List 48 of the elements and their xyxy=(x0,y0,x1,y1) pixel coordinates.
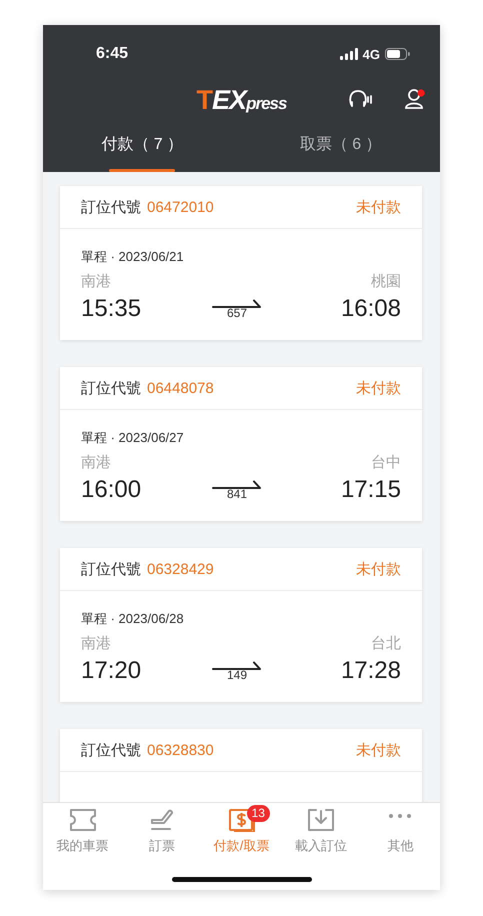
signal-icon xyxy=(340,48,358,60)
destination-station: 桃園 xyxy=(371,273,401,291)
arrival-time: 17:28 xyxy=(340,656,401,686)
payment-status: 未付款 xyxy=(356,198,401,216)
nav-tab[interactable]: 其他 xyxy=(360,808,440,855)
booking-code: 06328830 xyxy=(147,742,215,758)
more-icon xyxy=(389,814,412,818)
arrival-time: 16:08 xyxy=(340,294,401,324)
booking-code: 06328429 xyxy=(147,560,215,578)
origin-station: 南港 xyxy=(81,273,111,291)
booking-code: 06472010 xyxy=(147,198,215,216)
destination-station: 台中 xyxy=(371,454,401,472)
trip-date: 單程 · 2023/06/28 xyxy=(81,610,185,628)
booking-label: 訂位代號 xyxy=(81,378,141,398)
trip-date: 單程 · 2023/06/21 xyxy=(81,248,185,266)
payment-status: 未付款 xyxy=(356,740,401,760)
battery-icon xyxy=(385,48,410,60)
nav-tab[interactable]: 載入訂位 xyxy=(281,808,361,855)
headset-icon[interactable] xyxy=(348,88,374,110)
nav-tab[interactable]: 我的車票 xyxy=(43,808,122,855)
departure-time: 15:35 xyxy=(81,294,142,324)
ticket-icon xyxy=(68,808,97,832)
origin-station: 南港 xyxy=(81,454,111,472)
nav-tab[interactable]: 付款/取票 13 xyxy=(202,808,282,855)
download-icon xyxy=(306,808,335,832)
booking-code: 06448078 xyxy=(147,380,215,396)
payment-status: 未付款 xyxy=(356,560,401,578)
trip-date: 單程 · 2023/06/27 xyxy=(81,429,185,447)
status-time: 6:45 xyxy=(96,45,130,63)
train-number: 149 xyxy=(226,669,248,681)
train-number: 657 xyxy=(226,307,248,319)
destination-station: 台北 xyxy=(371,635,401,653)
booking-label: 訂位代號 xyxy=(81,198,141,216)
booking-label: 訂位代號 xyxy=(81,560,141,578)
tab[interactable]: 付款（ 7 ） xyxy=(43,117,242,172)
payment-status: 未付款 xyxy=(356,378,401,398)
app-logo: TEXpress xyxy=(196,84,286,116)
user-icon[interactable] xyxy=(404,88,426,110)
departure-time: 17:20 xyxy=(81,656,142,686)
count-badge: 13 xyxy=(246,805,270,822)
departure-time: 16:00 xyxy=(81,475,142,505)
train-number: 841 xyxy=(226,488,248,500)
network-label: 4G xyxy=(362,46,380,62)
origin-station: 南港 xyxy=(81,635,111,653)
nav-tab[interactable]: 訂票 xyxy=(122,808,202,855)
booking-label: 訂位代號 xyxy=(81,740,141,760)
tab[interactable]: 取票（ 6 ） xyxy=(242,117,440,172)
arrival-time: 17:15 xyxy=(340,475,401,505)
